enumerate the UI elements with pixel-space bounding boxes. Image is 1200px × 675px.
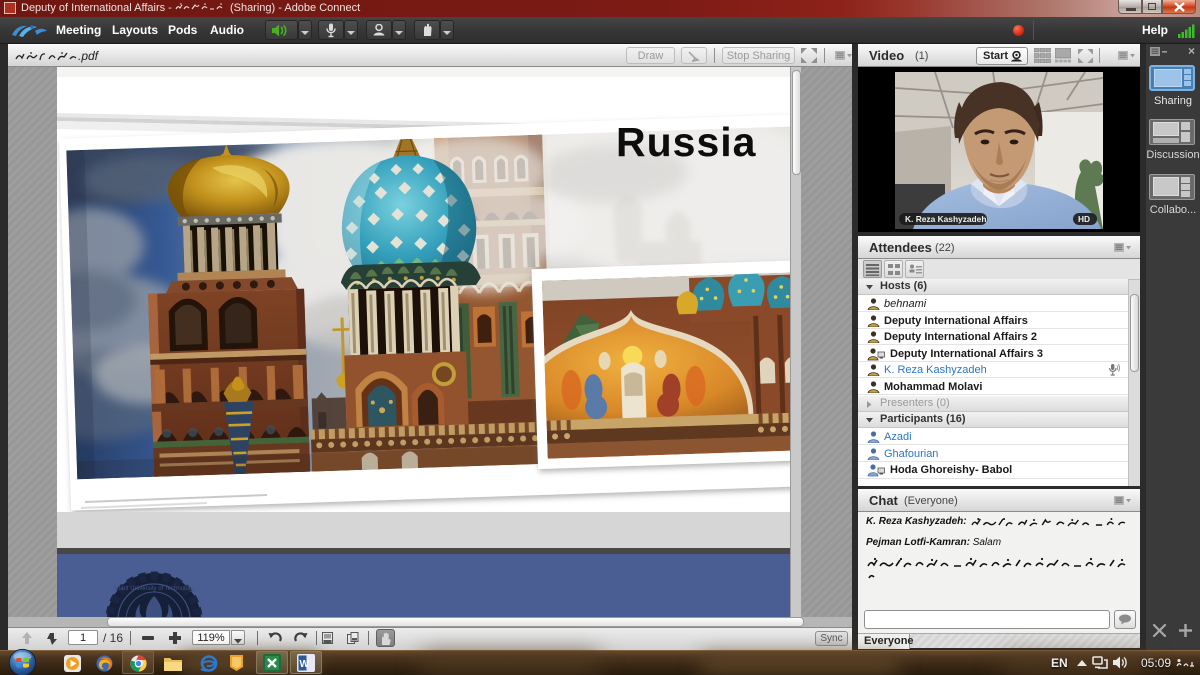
svg-text:W: W <box>300 659 310 670</box>
svg-text:Sharif University of Technolog: Sharif University of Technology <box>113 586 195 592</box>
svg-text:K. Reza Kashyzadeh: K. Reza Kashyzadeh <box>905 214 986 224</box>
svg-text:.pdf: .pdf <box>78 49 100 63</box>
svg-text:Russia: Russia <box>616 119 757 165</box>
svg-text:HD: HD <box>1078 214 1090 224</box>
